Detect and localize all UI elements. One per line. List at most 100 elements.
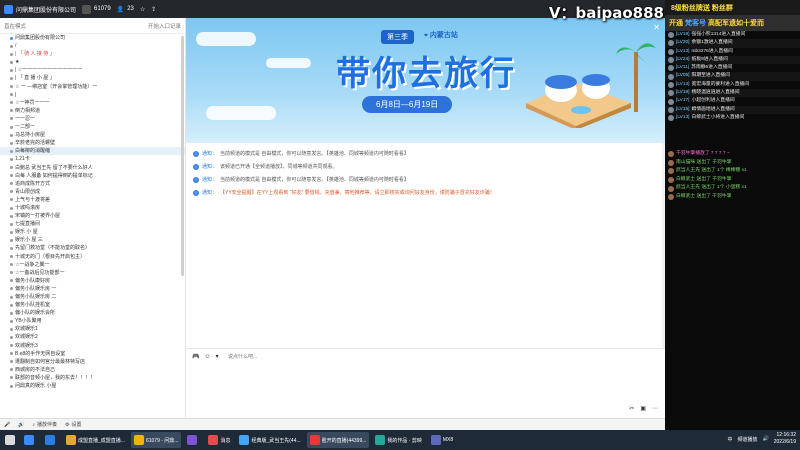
sidebar-record-link[interactable]: 开始入口记录	[148, 22, 181, 30]
taskbar-app[interactable]	[42, 432, 60, 448]
channel-item[interactable]: ☆ 一 —绑店室（开会掌管理功能）一	[0, 83, 185, 91]
taskbar-app[interactable]: 61079 · 问鼎...	[130, 432, 182, 448]
volume-icon[interactable]: 🔊	[763, 436, 769, 442]
channel-item[interactable]: 遭翻制自如何宫分最最林特写店	[0, 358, 185, 366]
avatar[interactable]	[668, 90, 674, 97]
avatar[interactable]	[668, 185, 674, 192]
taskbar-app[interactable]	[184, 432, 202, 448]
avatar[interactable]	[668, 115, 674, 122]
event-banner[interactable]: 第三季 ⌖ 内蒙古站 带你去旅行 6月8日—6月19日 ✕	[186, 18, 666, 143]
scissors-icon[interactable]: ✂	[629, 405, 634, 412]
channel-item[interactable]: 七提直播间	[0, 220, 185, 228]
play-accompaniment-button[interactable]: ♪ 播放伴奏	[32, 421, 57, 429]
channel-item-label: |	[15, 91, 17, 98]
chevron-down-icon[interactable]: ▾	[216, 353, 219, 360]
channel-item[interactable]: | 「 直 播 小 屋 」	[0, 74, 185, 82]
channel-item[interactable]: 偏小队的娱乐会所	[0, 309, 185, 317]
channel-item[interactable]: 十城无的门（根目先开启包主）	[0, 253, 185, 261]
channel-item[interactable]: 白每 人服备 如何提得倒的提单标记	[0, 172, 185, 180]
channel-item[interactable]: | ☆一一一一一一一一一一一一	[0, 66, 185, 74]
channel-item[interactable]: 娱乐小 屋 三	[0, 236, 185, 244]
avatar[interactable]	[668, 106, 674, 113]
channel-item[interactable]: 偏务小队挂机室	[0, 301, 185, 309]
channel-item[interactable]: 辛菸老完的活螺壁	[0, 139, 185, 147]
avatar[interactable]	[668, 151, 674, 158]
channel-item[interactable]: 欢城娱乐1	[0, 325, 185, 333]
avatar[interactable]	[668, 159, 674, 166]
mic-icon[interactable]: 🎤	[4, 422, 10, 428]
avatar[interactable]	[668, 32, 674, 39]
avatar[interactable]	[668, 48, 674, 55]
channel-title[interactable]: 问鼎集团股份有限公司	[4, 4, 76, 14]
taskbar-app[interactable]: 成盟直播_成盟直播...	[63, 432, 128, 448]
start-button[interactable]	[2, 432, 18, 448]
channel-item[interactable]: YB小队聚用	[0, 317, 185, 325]
channel-item[interactable]: 白每柳的消醒缩	[0, 147, 185, 156]
channel-item[interactable]: 一一忍一	[0, 115, 185, 123]
channel-item[interactable]: 青山限创成	[0, 188, 185, 196]
app-icon	[375, 435, 386, 445]
channel-item[interactable]: 追商成陈开方式	[0, 180, 185, 188]
star-icon[interactable]: ☆	[140, 6, 145, 13]
channel-item[interactable]: 问鼎集团股份有限公司	[0, 34, 185, 42]
gamepad-icon[interactable]: 🎮	[192, 353, 199, 360]
taskbar-app[interactable]: 脸开的直播(44399...	[306, 432, 370, 448]
channel-item[interactable]: 马总持小房屋	[0, 131, 185, 139]
taskbar-app[interactable]: 我的作品 · 剪映	[372, 432, 424, 448]
channel-item[interactable]: 上气与十渡将差	[0, 196, 185, 204]
emoji-icon[interactable]: ☺	[204, 354, 210, 360]
channel-item[interactable]: |	[0, 91, 185, 99]
channel-item[interactable]: 欢城娱乐3	[0, 342, 185, 350]
avatar[interactable]	[668, 40, 674, 47]
channel-item[interactable]: /	[0, 42, 185, 50]
speaker-icon[interactable]: 🔊	[18, 422, 24, 428]
channel-item[interactable]: 倒力相邦道	[0, 107, 185, 115]
channel-item[interactable]: 十城吗滚房	[0, 204, 185, 212]
channel-item[interactable]: ☆一神罚一一一	[0, 99, 185, 107]
channel-item[interactable]: 娱乐 小 屋	[0, 228, 185, 236]
taskbar-app[interactable]: 经典版_武当王先(44...	[236, 432, 303, 448]
avatar[interactable]	[668, 65, 674, 72]
channel-item[interactable]: 问鼎真的娱乐 小屋	[0, 382, 185, 390]
image-icon[interactable]: ▣	[640, 405, 646, 412]
channel-item[interactable]: B.e8的手作无网自设室	[0, 350, 185, 358]
channel-item[interactable]: 偏务小队娱乐房 一	[0, 285, 185, 293]
sidebar-scrollbar[interactable]	[181, 36, 184, 276]
ime-indicator[interactable]: 中	[727, 436, 732, 443]
avatar[interactable]	[668, 81, 674, 88]
open-membership-banner[interactable]: 开通 梵客号 高配军遗如十爱而	[665, 15, 800, 31]
avatar[interactable]	[668, 73, 674, 80]
channel-item[interactable]: 联部的音频小屋，我的东去！！！！	[0, 374, 185, 382]
channel-item-label: 偏务小队挂机室	[15, 302, 51, 309]
banner-close-icon[interactable]: ✕	[653, 23, 660, 32]
share-icon[interactable]: ⇪	[151, 6, 156, 13]
channel-item[interactable]: 白鲍总 武当王先 留了不要什么好人	[0, 164, 185, 172]
channel-item[interactable]: 1.21卡	[0, 155, 185, 163]
clock[interactable]: 12:16:32 2022/6/19	[774, 432, 796, 446]
channel-item[interactable]: 宋镇的一打被界小屋	[0, 212, 185, 220]
avatar[interactable]	[668, 57, 674, 64]
channel-item[interactable]: ☆一战争之翼一	[0, 261, 185, 269]
taskbar-app[interactable]	[21, 432, 39, 448]
channel-item[interactable]: 先留门救功堂（不能功堂的取名）	[0, 244, 185, 252]
tray-status[interactable]: 频道播放	[738, 436, 758, 443]
channel-item[interactable]: 偏务小队娱乐房 二	[0, 293, 185, 301]
avatar[interactable]	[668, 98, 674, 105]
settings-button[interactable]: ⚙ 设置	[65, 421, 82, 429]
channel-item[interactable]: 欢城娱乐2	[0, 333, 185, 341]
taskbar-app[interactable]: MX8	[428, 432, 456, 448]
more-icon[interactable]: ⋯	[652, 405, 658, 412]
message-input[interactable]	[228, 352, 528, 362]
channel-item[interactable]: ☆一备战后见功能部一	[0, 269, 185, 277]
avatar[interactable]	[668, 194, 674, 201]
channel-item[interactable]: ★	[0, 58, 185, 66]
avatar[interactable]	[668, 177, 674, 184]
channel-item[interactable]: | 「 骑 人 接 待 」	[0, 50, 185, 58]
channel-item[interactable]: 偏务小队康好房	[0, 277, 185, 285]
avatar[interactable]	[668, 168, 674, 175]
taskbar-app[interactable]: 消息	[205, 432, 233, 448]
channel-id: 61079	[82, 4, 111, 14]
channel-item[interactable]: 西城房的不法自己	[0, 366, 185, 374]
sidebar-mode-dropdown[interactable]: 直在模式	[4, 22, 26, 30]
channel-item[interactable]: 一二部一	[0, 123, 185, 131]
